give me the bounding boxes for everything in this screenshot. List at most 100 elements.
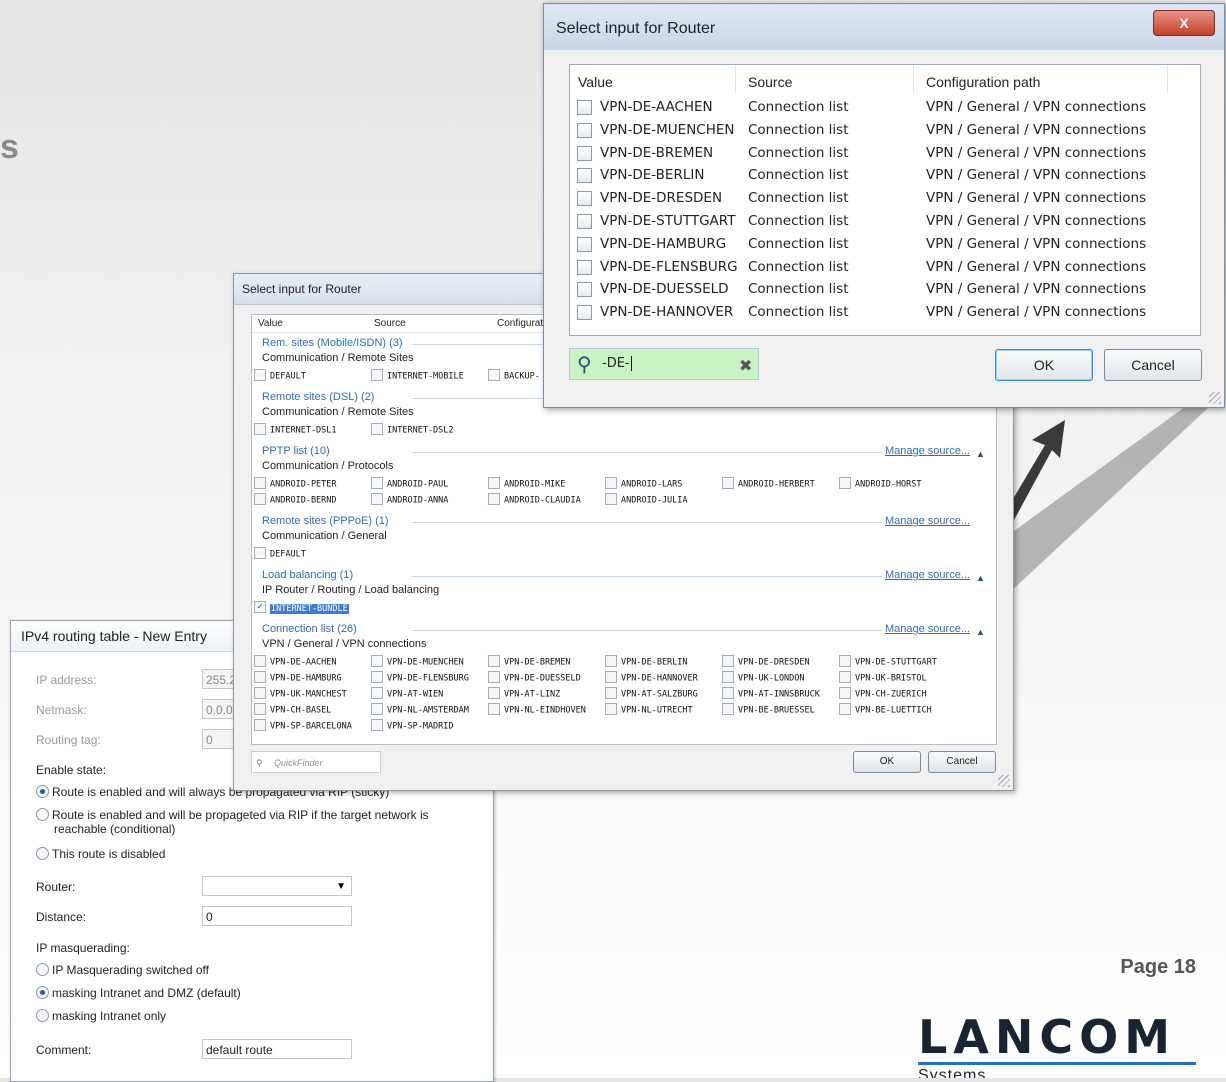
source-item-checkbox[interactable]: VPN-SP-MADRID — [371, 720, 454, 732]
source-item-checkbox[interactable]: VPN-DE-FLENSBURG — [371, 672, 469, 684]
source-item-checkbox[interactable]: VPN-AT-LINZ — [488, 688, 560, 700]
routing-tag-field[interactable]: 0 — [202, 729, 236, 749]
group-title[interactable]: Load balancing (1) — [262, 569, 353, 581]
source-item-checkbox[interactable]: VPN-AT-SALZBURG — [605, 688, 698, 700]
result-row[interactable]: VPN-DE-STUTTGART Connection list VPN / Gen… — [570, 210, 1200, 233]
group-title[interactable]: PPTP list (10) — [262, 445, 330, 457]
source-item-checkbox[interactable]: ANDROID-BERND — [254, 494, 337, 506]
source-item-checkbox[interactable]: VPN-NL-AMSTERDAM — [371, 704, 469, 716]
small-cancel-button[interactable]: Cancel — [928, 751, 996, 773]
result-row[interactable]: VPN-DE-HAMBURG Connection list VPN / Gener… — [570, 233, 1200, 256]
source-item-checkbox[interactable]: VPN-AT-INNSBRUCK — [722, 688, 820, 700]
router-select[interactable] — [202, 876, 352, 897]
source-item-checkbox[interactable]: VPN-BE-LUETTICH — [839, 704, 932, 716]
source-item-checkbox[interactable]: ANDROID-MIKE — [488, 478, 565, 490]
source-item-checkbox[interactable]: ANDROID-LARS — [605, 478, 682, 490]
source-item-checkbox[interactable]: ANDROID-CLAUDIA — [488, 494, 581, 506]
netmask-field[interactable]: 0.0.0. — [202, 699, 236, 719]
source-item-checkbox[interactable]: VPN-AT-WIEN — [371, 688, 443, 700]
column-source[interactable]: Source — [374, 318, 406, 329]
column-config-path[interactable]: Configurat — [497, 318, 543, 329]
source-item-checkbox[interactable]: VPN-DE-BERLIN — [605, 656, 688, 668]
collapse-icon[interactable]: ▲ — [976, 573, 985, 583]
results-column-source[interactable]: Source — [740, 65, 914, 93]
manage-source-link[interactable]: Manage source... — [885, 569, 970, 581]
source-item-checkbox[interactable]: ANDROID-ANNA — [371, 494, 448, 506]
filter-search-input[interactable]: ⚲ -DE- — [569, 348, 759, 380]
source-item-checkbox[interactable]: VPN-DE-AACHEN — [254, 656, 337, 668]
source-item-checkbox[interactable]: VPN-DE-HANNOVER — [605, 672, 698, 684]
result-checkbox[interactable] — [577, 191, 592, 207]
ip-address-field[interactable]: 255.2 — [202, 669, 236, 689]
result-checkbox[interactable] — [577, 259, 592, 275]
group-title[interactable]: Rem. sites (Mobile/ISDN) (3) — [262, 337, 403, 349]
source-item-checkbox[interactable]: VPN-DE-DRESDEN — [722, 656, 810, 668]
quickfinder-input[interactable]: ⚲ QuickFinder — [251, 751, 381, 773]
group-title[interactable]: Connection list (26) — [262, 623, 357, 635]
resize-grip[interactable] — [998, 775, 1010, 787]
result-row[interactable]: VPN-DE-HANNOVER Connection list VPN / Gene… — [570, 301, 1200, 324]
result-row[interactable]: VPN-DE-DRESDEN Connection list VPN / Gener… — [570, 187, 1200, 210]
result-checkbox[interactable] — [577, 214, 592, 229]
source-item-checkbox[interactable]: VPN-CH-BASEL — [254, 704, 331, 716]
large-resize-grip[interactable] — [1209, 392, 1221, 404]
source-item-checkbox[interactable]: DEFAULT — [254, 548, 306, 560]
source-item-checkbox[interactable]: VPN-CH-ZUERICH — [839, 688, 927, 700]
clear-filter-icon[interactable]: ✖ — [739, 356, 752, 376]
source-item-checkbox[interactable]: BACKUP- — [488, 370, 540, 382]
enable-option-conditional[interactable]: Route is enabled and will be propageted … — [36, 808, 476, 836]
result-checkbox[interactable] — [577, 236, 592, 252]
large-cancel-button[interactable]: Cancel — [1104, 349, 1202, 381]
source-item-checkbox[interactable]: VPN-DE-BREMEN — [488, 656, 571, 668]
masq-option-intranet[interactable]: masking Intranet only — [36, 1009, 476, 1023]
manage-source-link[interactable]: Manage source... — [885, 515, 970, 527]
source-item-checkbox[interactable]: VPN-UK-LONDON — [722, 672, 805, 684]
source-item-checkbox[interactable]: ANDROID-JULIA — [605, 494, 688, 506]
result-checkbox[interactable] — [577, 122, 592, 138]
source-item-checkbox[interactable]: INTERNET-MOBILE — [371, 370, 464, 382]
radio-masq-off[interactable] — [36, 963, 49, 977]
source-item-checkbox[interactable]: VPN-NL-UTRECHT — [605, 704, 693, 716]
radio-sticky[interactable] — [36, 785, 49, 799]
result-row[interactable]: VPN-DE-DUESSELD Connection list VPN / Gene… — [570, 278, 1200, 301]
manage-source-link[interactable]: Manage source... — [885, 623, 970, 635]
source-item-checkbox[interactable]: VPN-NL-EINDHOVEN — [488, 704, 586, 716]
source-item-checkbox[interactable]: INTERNET-BUNDLE — [254, 602, 349, 614]
radio-masq-intranet-dmz[interactable] — [36, 986, 49, 1000]
collapse-icon[interactable]: ▲ — [976, 449, 985, 459]
source-item-checkbox[interactable]: VPN-UK-MANCHEST — [254, 688, 347, 700]
source-item-checkbox[interactable]: VPN-UK-BRISTOL — [839, 672, 927, 684]
comment-field[interactable]: default route — [202, 1039, 352, 1059]
group-title[interactable]: Remote sites (DSL) (2) — [262, 391, 374, 403]
source-item-checkbox[interactable]: VPN-DE-MUENCHEN — [371, 656, 464, 668]
result-row[interactable]: VPN-DE-FLENSBURG Connection list VPN / Gen… — [570, 256, 1200, 279]
source-item-checkbox[interactable]: ANDROID-PETER — [254, 478, 337, 490]
group-title[interactable]: Remote sites (PPPoE) (1) — [262, 515, 389, 527]
enable-option-disabled[interactable]: This route is disabled — [36, 847, 476, 861]
result-row[interactable]: VPN-DE-AACHEN Connection list VPN / Genera… — [570, 96, 1200, 119]
source-item-checkbox[interactable]: INTERNET-DSL2 — [371, 424, 454, 436]
collapse-icon[interactable]: ▲ — [976, 627, 985, 637]
result-row[interactable]: VPN-DE-BREMEN Connection list VPN / Genera… — [570, 142, 1200, 165]
radio-conditional[interactable] — [36, 808, 49, 822]
result-checkbox[interactable] — [577, 100, 592, 115]
source-item-checkbox[interactable]: VPN-DE-DUESSELD — [488, 672, 581, 684]
results-column-path[interactable]: Configuration path — [918, 65, 1168, 93]
result-checkbox[interactable] — [577, 305, 592, 321]
results-column-value[interactable]: Value — [570, 65, 736, 93]
distance-field[interactable]: 0 — [202, 906, 352, 926]
close-button[interactable]: X — [1153, 10, 1215, 36]
radio-masq-intranet[interactable] — [36, 1009, 49, 1023]
source-item-checkbox[interactable]: VPN-BE-BRUESSEL — [722, 704, 815, 716]
masq-option-off[interactable]: IP Masquerading switched off — [36, 963, 476, 977]
source-item-checkbox[interactable]: VPN-SP-BARCELONA — [254, 720, 352, 732]
source-item-checkbox[interactable]: INTERNET-DSL1 — [254, 424, 337, 436]
source-item-checkbox[interactable]: DEFAULT — [254, 370, 306, 382]
source-item-checkbox[interactable]: VPN-DE-HAMBURG — [254, 672, 342, 684]
result-checkbox[interactable] — [577, 168, 592, 184]
source-item-checkbox[interactable]: ANDROID-HORST — [839, 478, 922, 490]
source-item-checkbox[interactable]: ANDROID-HERBERT — [722, 478, 815, 490]
source-item-checkbox[interactable]: ANDROID-PAUL — [371, 478, 448, 490]
result-row[interactable]: VPN-DE-BERLIN Connection list VPN / Genera… — [570, 164, 1200, 187]
source-item-checkbox[interactable]: VPN-DE-STUTTGART — [839, 656, 937, 668]
